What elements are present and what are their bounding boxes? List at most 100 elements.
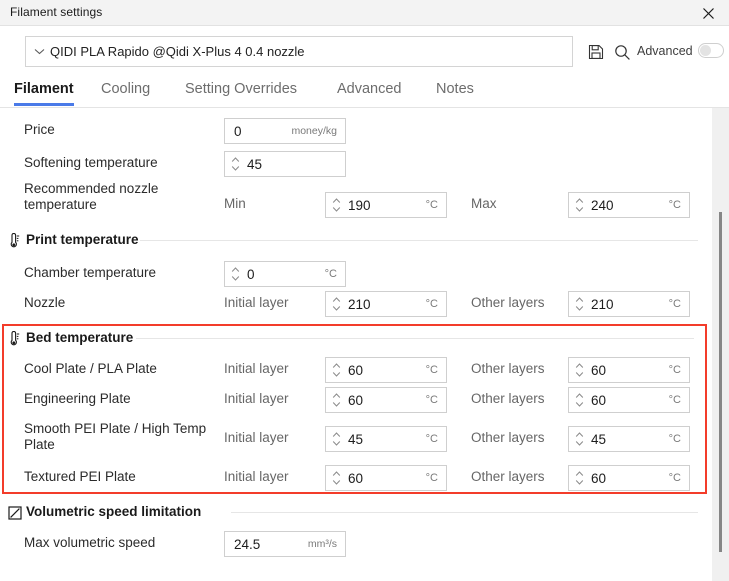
row-price-label: Price [24, 122, 55, 137]
cool-plate-other-value: 60 [591, 363, 669, 378]
engineering-plate-initial-unit: °C [426, 394, 438, 406]
search-button[interactable] [612, 42, 632, 62]
spinner-arrows-icon[interactable] [329, 193, 343, 217]
vertical-scrollbar[interactable] [712, 108, 729, 581]
nozzle-initial-input[interactable]: 210 °C [325, 291, 447, 317]
nozzle-initial-label: Initial layer [224, 295, 289, 310]
cool-plate-other-unit: °C [669, 364, 681, 376]
nozzle-other-input[interactable]: 210 °C [568, 291, 690, 317]
smooth-pei-other-input[interactable]: 45 °C [568, 426, 690, 452]
smooth-pei-initial-input[interactable]: 45 °C [325, 426, 447, 452]
thermometer-icon [6, 232, 23, 249]
row-textured-pei-plate: Textured PEI Plate Initial layer 60 °C O… [0, 463, 712, 493]
cool-plate-other-input[interactable]: 60 °C [568, 357, 690, 383]
spinner-arrows-icon[interactable] [329, 388, 343, 412]
section-divider [136, 338, 694, 339]
price-unit: money/kg [291, 125, 337, 137]
flow-limit-icon [6, 504, 23, 521]
recommended-max-label: Max [471, 196, 497, 211]
textured-pei-other-input[interactable]: 60 °C [568, 465, 690, 491]
section-divider [140, 240, 698, 241]
section-print-temperature: Print temperature [0, 230, 712, 252]
tab-notes[interactable]: Notes [436, 77, 474, 108]
recommended-min-unit: °C [426, 199, 438, 211]
row-price: Price 0 money/kg [0, 116, 712, 146]
softening-temperature-input[interactable]: 45 [224, 151, 346, 177]
max-volumetric-speed-value: 24.5 [234, 537, 308, 552]
close-icon [702, 7, 715, 20]
spinner-arrows-icon[interactable] [329, 292, 343, 316]
spinner-arrows-icon[interactable] [572, 358, 586, 382]
section-volumetric-speed-limitation: Volumetric speed limitation [0, 502, 712, 524]
row-recommended-nozzle-label: Recommended nozzle temperature [24, 181, 224, 213]
scrollbar-thumb[interactable] [719, 212, 722, 552]
engineering-plate-other-input[interactable]: 60 °C [568, 387, 690, 413]
max-volumetric-speed-unit: mm³/s [308, 538, 337, 550]
nozzle-other-label: Other layers [471, 295, 545, 310]
section-print-temperature-title: Print temperature [26, 232, 139, 247]
price-value: 0 [234, 124, 291, 139]
row-cool-plate: Cool Plate / PLA Plate Initial layer 60 … [0, 355, 712, 385]
textured-pei-other-value: 60 [591, 471, 669, 486]
tab-setting-overrides[interactable]: Setting Overrides [185, 77, 297, 108]
recommended-max-unit: °C [669, 199, 681, 211]
spinner-arrows-icon[interactable] [572, 427, 586, 451]
recommended-min-input[interactable]: 190 °C [325, 192, 447, 218]
spinner-arrows-icon[interactable] [572, 466, 586, 490]
section-bed-temperature: Bed temperature [0, 328, 712, 350]
spinner-arrows-icon[interactable] [572, 292, 586, 316]
thermometer-icon [6, 330, 23, 347]
row-chamber-label: Chamber temperature [24, 265, 156, 280]
spinner-arrows-icon[interactable] [329, 358, 343, 382]
spinner-arrows-icon[interactable] [572, 388, 586, 412]
spinner-arrows-icon[interactable] [572, 193, 586, 217]
chamber-temperature-input[interactable]: 0 °C [224, 261, 346, 287]
textured-pei-initial-input[interactable]: 60 °C [325, 465, 447, 491]
engineering-plate-initial-input[interactable]: 60 °C [325, 387, 447, 413]
chamber-temperature-value: 0 [247, 267, 325, 282]
recommended-max-input[interactable]: 240 °C [568, 192, 690, 218]
smooth-pei-other-label: Other layers [471, 430, 545, 445]
tab-cooling[interactable]: Cooling [101, 77, 150, 108]
spinner-arrows-icon[interactable] [329, 466, 343, 490]
save-icon [588, 44, 604, 60]
spinner-arrows-icon[interactable] [228, 152, 242, 176]
preset-combobox[interactable]: QIDI PLA Rapido @Qidi X-Plus 4 0.4 nozzl… [25, 36, 573, 67]
nozzle-initial-value: 210 [348, 297, 426, 312]
recommended-min-value: 190 [348, 198, 426, 213]
row-nozzle: Nozzle Initial layer 210 °C Other layers… [0, 289, 712, 319]
advanced-label: Advanced [637, 44, 693, 58]
row-engineering-plate-label: Engineering Plate [24, 391, 131, 406]
row-softening-temperature: Softening temperature 45 [0, 149, 712, 179]
tabbar: Filament Cooling Setting Overrides Advan… [0, 77, 729, 108]
row-smooth-pei-label: Smooth PEI Plate / High Temp Plate [24, 421, 224, 453]
tab-active-underline [14, 103, 74, 106]
row-nozzle-label: Nozzle [24, 295, 65, 310]
advanced-toggle[interactable] [698, 43, 724, 58]
save-button[interactable] [586, 42, 606, 62]
tab-advanced[interactable]: Advanced [337, 77, 402, 108]
settings-content: Price 0 money/kg Softening temperature 4… [0, 108, 712, 581]
engineering-plate-other-value: 60 [591, 393, 669, 408]
cool-plate-initial-value: 60 [348, 363, 426, 378]
price-input[interactable]: 0 money/kg [224, 118, 346, 144]
softening-temperature-value: 45 [247, 157, 345, 172]
engineering-plate-other-label: Other layers [471, 391, 545, 406]
toolbar: QIDI PLA Rapido @Qidi X-Plus 4 0.4 nozzl… [0, 26, 729, 77]
smooth-pei-initial-unit: °C [426, 433, 438, 445]
section-volumetric-speed-title: Volumetric speed limitation [26, 504, 201, 519]
close-button[interactable] [687, 0, 729, 26]
section-divider [231, 512, 698, 513]
tab-filament[interactable]: Filament [14, 77, 74, 108]
row-chamber-temperature: Chamber temperature 0 °C [0, 259, 712, 289]
tab-setting-overrides-label: Setting Overrides [185, 81, 297, 97]
textured-pei-other-unit: °C [669, 472, 681, 484]
window-titlebar: Filament settings [0, 0, 729, 26]
spinner-arrows-icon[interactable] [329, 427, 343, 451]
max-volumetric-speed-input[interactable]: 24.5 mm³/s [224, 531, 346, 557]
spinner-arrows-icon[interactable] [228, 262, 242, 286]
cool-plate-initial-input[interactable]: 60 °C [325, 357, 447, 383]
engineering-plate-initial-label: Initial layer [224, 391, 289, 406]
recommended-max-value: 240 [591, 198, 669, 213]
chevron-down-icon [34, 48, 45, 55]
